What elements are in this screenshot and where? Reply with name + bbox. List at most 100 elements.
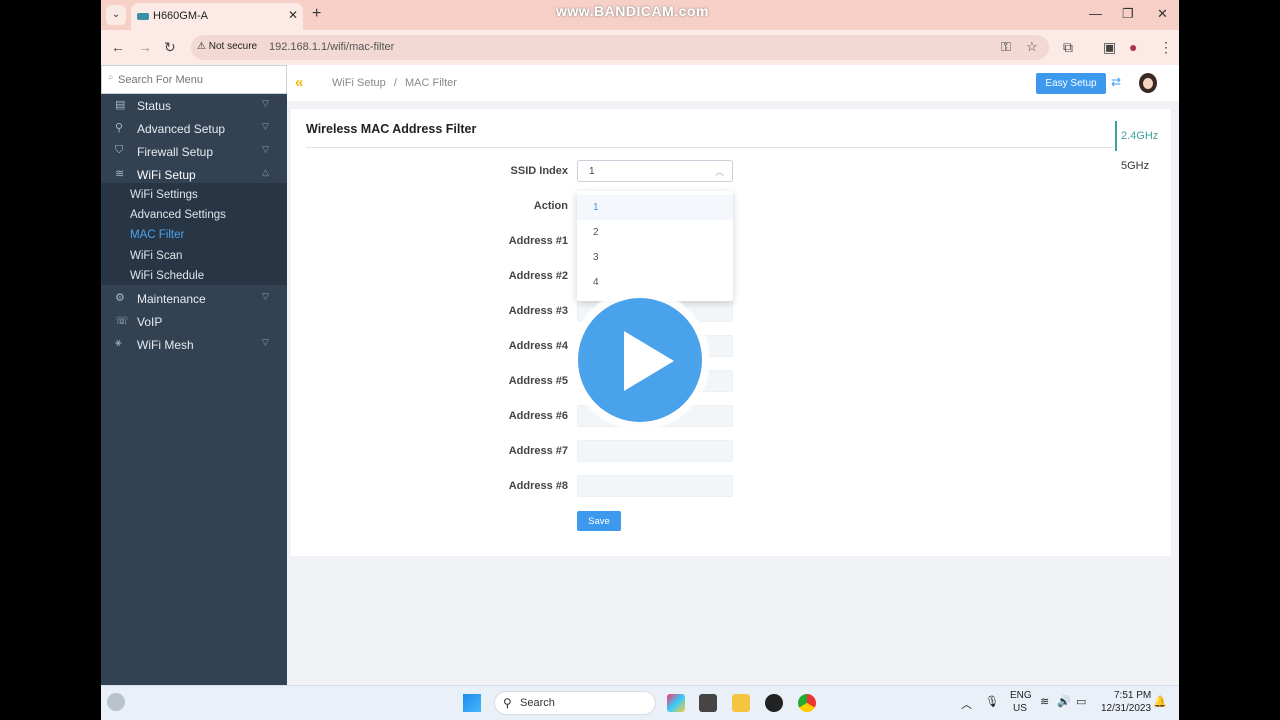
submenu-advanced-settings[interactable]: Advanced Settings <box>130 209 226 221</box>
wifi-status-icon[interactable]: ≋ <box>1040 695 1049 708</box>
chevron-down-icon: ▽ <box>262 121 269 131</box>
address-8-label: Address #8 <box>508 480 568 492</box>
browser-tab[interactable]: H660GM-A ✕ <box>131 3 303 30</box>
avatar[interactable] <box>1139 73 1157 93</box>
copilot-icon[interactable] <box>667 694 685 712</box>
tab-close-button[interactable]: ✕ <box>288 8 298 22</box>
page-title: Wireless MAC Address Filter <box>306 122 477 136</box>
save-button[interactable]: Save <box>577 511 621 531</box>
dropdown-option-1[interactable]: 1 <box>577 195 733 220</box>
key-icon[interactable]: ⚿ <box>1001 39 1011 55</box>
forward-button[interactable]: → <box>138 39 152 55</box>
microphone-icon[interactable]: 🎙 <box>985 695 999 708</box>
phone-icon: ☏ <box>115 315 129 327</box>
url-text[interactable]: 192.168.1.1/wifi/mac-filter <box>269 41 394 53</box>
chevron-up-icon: △ <box>262 167 269 177</box>
submenu-wifi-scan[interactable]: WiFi Scan <box>130 250 182 262</box>
sidebar-item-label: Firewall Setup <box>137 145 214 159</box>
breadcrumb-separator: / <box>393 77 397 89</box>
restore-button[interactable]: ❐ <box>1122 6 1134 22</box>
breadcrumb-current: MAC Filter <box>404 77 457 89</box>
band-tabs: 2.4GHz 5GHz <box>1115 121 1165 183</box>
reload-button[interactable]: ↻ <box>164 39 176 56</box>
sidebar-item-label: WiFi Setup <box>137 168 196 182</box>
notification-bell-icon[interactable]: 🔔 <box>1153 695 1167 708</box>
sidebar-item-status[interactable]: ▤ Status ▽ <box>101 94 287 117</box>
sidebar-item-label: VoIP <box>137 315 163 329</box>
sidebar: ⌕ ▤ Status ▽ ⚲ Advanced Setup ▽ ⛉ Firewa… <box>101 65 287 685</box>
submenu-wifi-schedule[interactable]: WiFi Schedule <box>130 270 204 282</box>
sidebar-item-maintenance[interactable]: ⚙ Maintenance ▽ <box>101 287 287 310</box>
tab-title: H660GM-A <box>153 10 209 22</box>
sidebar-item-wifi-mesh[interactable]: ⚹ WiFi Mesh ▽ <box>101 333 287 356</box>
search-icon: ⚲ <box>503 696 512 710</box>
address-8-input[interactable] <box>577 475 733 497</box>
title-divider <box>306 147 1114 148</box>
battery-icon[interactable]: ▭ <box>1076 695 1086 708</box>
mesh-icon: ⚹ <box>115 337 122 349</box>
ssid-index-value: 1 <box>589 166 595 177</box>
address-7-input[interactable] <box>577 440 733 462</box>
new-tab-button[interactable]: + <box>312 5 321 23</box>
tray-chevron-icon[interactable]: ︿ <box>961 696 972 712</box>
bookmark-star-icon[interactable]: ☆ <box>1026 39 1038 55</box>
dropdown-option-3[interactable]: 3 <box>577 245 733 270</box>
taskbar-search[interactable]: ⚲ Search <box>494 691 656 715</box>
address-bar-row: ← → ↻ ⚠ Not secure 192.168.1.1/wifi/mac-… <box>101 30 1179 65</box>
active-band-indicator <box>1115 121 1117 151</box>
menu-search-input[interactable] <box>108 70 278 90</box>
sidebar-item-label: Maintenance <box>137 292 206 306</box>
clock-time[interactable]: 7:51 PM <box>1114 690 1151 701</box>
dropdown-option-2[interactable]: 2 <box>577 220 733 245</box>
extensions-icon[interactable]: ⧉ <box>1063 39 1073 56</box>
ssid-index-dropdown: 1 2 3 4 <box>577 191 733 301</box>
breadcrumb-parent[interactable]: WiFi Setup <box>332 77 386 89</box>
volume-icon[interactable]: 🔊 <box>1057 695 1071 708</box>
browser-tab-bar: ⌄ H660GM-A ✕ + www.BANDICAM.com — ❐ ✕ <box>101 0 1179 30</box>
clock-date[interactable]: 12/31/2023 <box>1101 703 1151 714</box>
wrench-icon: ⚲ <box>115 122 124 134</box>
sidebar-item-advanced-setup[interactable]: ⚲ Advanced Setup ▽ <box>101 117 287 140</box>
menu-search: ⌕ <box>101 65 287 94</box>
profile-icon[interactable]: ● <box>1129 39 1137 55</box>
close-window-button[interactable]: ✕ <box>1157 6 1168 22</box>
address-1-label: Address #1 <box>508 235 568 247</box>
sidebar-item-label: WiFi Mesh <box>137 338 194 352</box>
minimize-button[interactable]: — <box>1089 6 1102 21</box>
sidebar-item-voip[interactable]: ☏ VoIP <box>101 310 287 333</box>
windows-taskbar: ⚲ Search ︿ 🎙 ENG US ≋ 🔊 ▭ 7:51 PM 12/31/… <box>101 685 1179 720</box>
browser-menu-icon[interactable]: ⋮ <box>1159 39 1173 56</box>
address-3-label: Address #3 <box>508 305 568 317</box>
mac-filter-panel: Wireless MAC Address Filter 2.4GHz 5GHz … <box>291 109 1171 556</box>
omnibox[interactable]: ⚠ Not secure 192.168.1.1/wifi/mac-filter… <box>191 35 1049 60</box>
chevron-down-icon: ▽ <box>262 337 269 347</box>
address-4-label: Address #4 <box>508 340 568 352</box>
language-top[interactable]: ENG <box>1010 690 1032 701</box>
chrome-icon[interactable] <box>798 694 816 712</box>
language-icon[interactable]: ⇄ <box>1111 75 1121 89</box>
chevron-down-icon: ▽ <box>262 144 269 154</box>
breadcrumb: WiFi Setup / MAC Filter <box>332 77 457 89</box>
back-button[interactable]: ← <box>111 39 125 55</box>
task-view-icon[interactable] <box>699 694 717 712</box>
tab-2-4ghz[interactable]: 2.4GHz <box>1121 130 1158 142</box>
ssid-index-select[interactable]: 1 ︿ <box>577 160 733 182</box>
sidebar-item-firewall-setup[interactable]: ⛉ Firewall Setup ▽ <box>101 140 287 163</box>
screen: ⌄ H660GM-A ✕ + www.BANDICAM.com — ❐ ✕ ← … <box>101 0 1179 720</box>
collapse-sidebar-icon[interactable]: « <box>295 74 303 91</box>
weather-icon[interactable] <box>107 693 125 711</box>
video-play-overlay[interactable] <box>570 290 710 430</box>
play-button[interactable] <box>578 298 702 422</box>
tab-search-button[interactable]: ⌄ <box>106 5 126 25</box>
not-secure-badge[interactable]: ⚠ Not secure <box>197 41 257 52</box>
language-bottom[interactable]: US <box>1013 703 1027 714</box>
file-explorer-icon[interactable] <box>732 694 750 712</box>
action-label: Action <box>533 200 568 212</box>
submenu-mac-filter[interactable]: MAC Filter <box>130 229 184 241</box>
bandicam-icon[interactable] <box>765 694 783 712</box>
easy-setup-button[interactable]: Easy Setup <box>1036 73 1106 94</box>
side-panel-icon[interactable]: ▣ <box>1103 39 1116 56</box>
tab-5ghz[interactable]: 5GHz <box>1121 160 1149 172</box>
submenu-wifi-settings[interactable]: WiFi Settings <box>130 189 198 201</box>
windows-start-icon[interactable] <box>463 694 481 712</box>
